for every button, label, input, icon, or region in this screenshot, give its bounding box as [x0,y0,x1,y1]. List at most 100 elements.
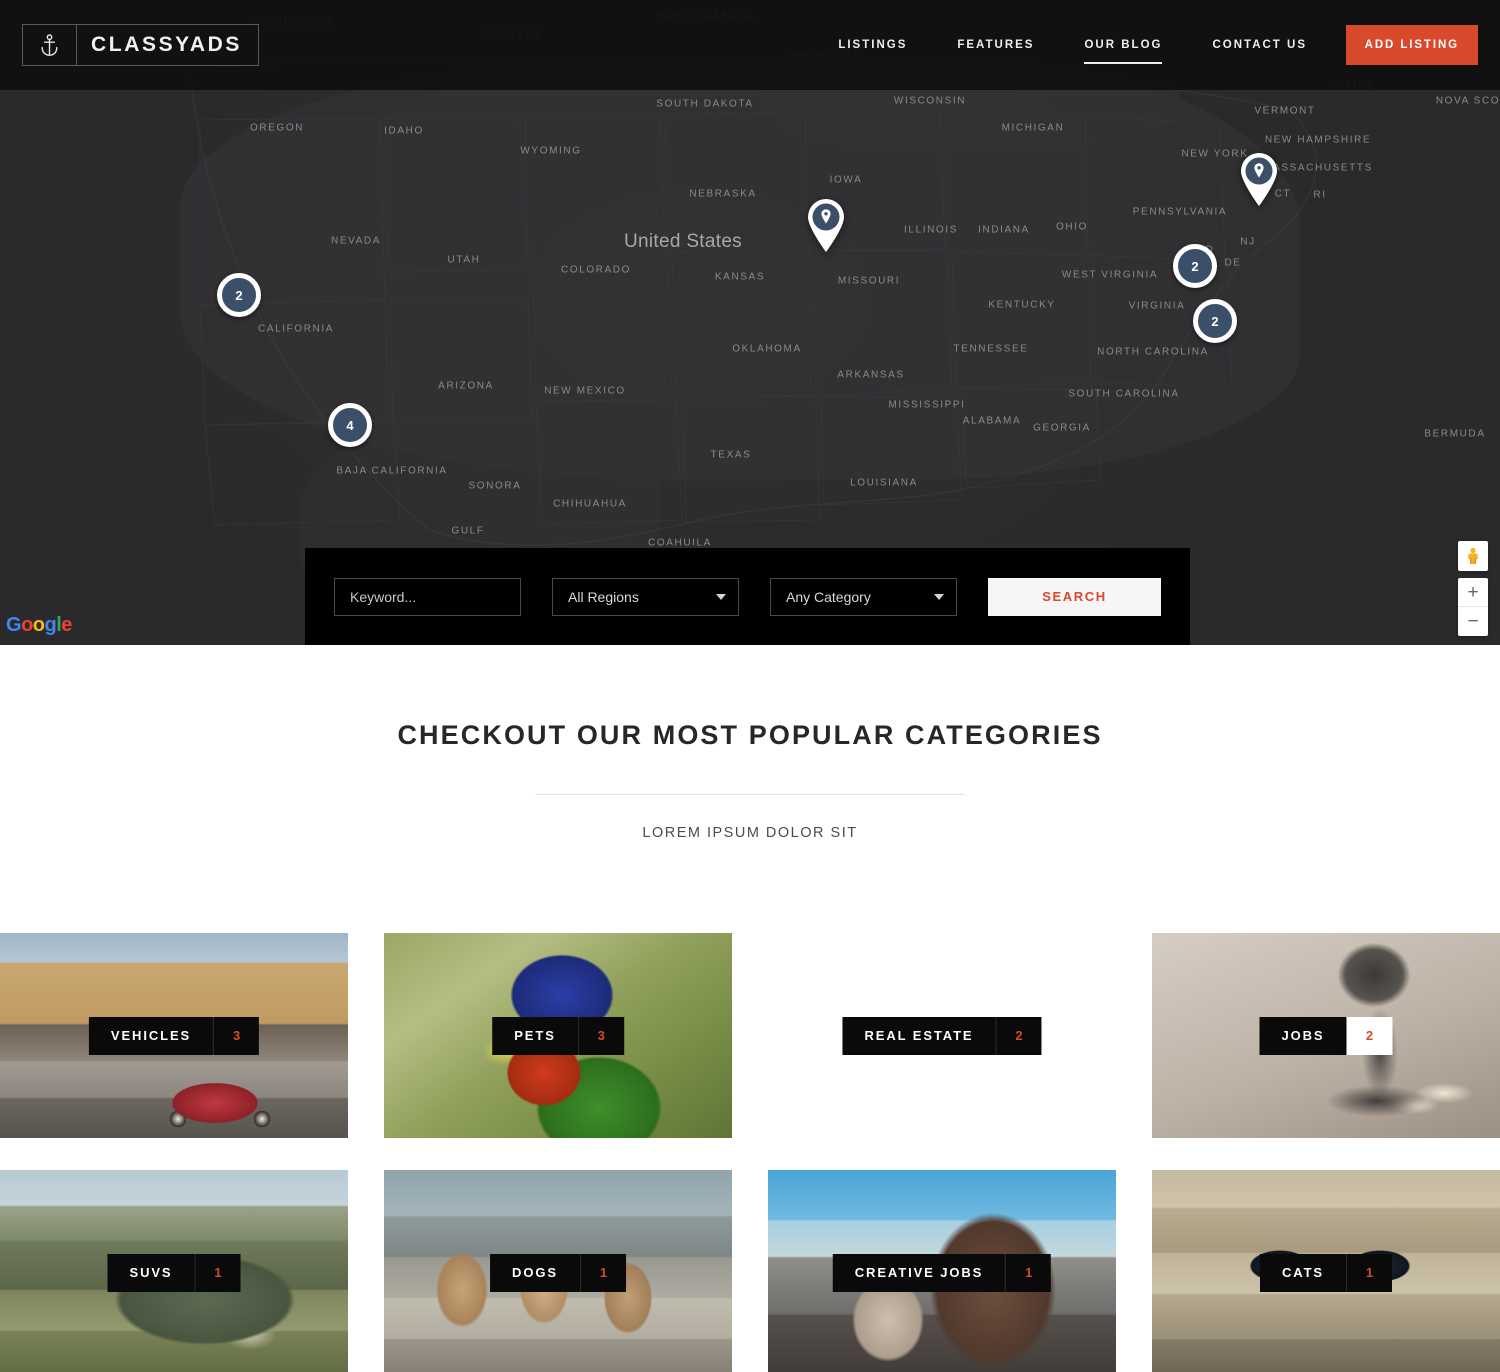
search-button[interactable]: SEARCH [988,577,1161,616]
map-state-label: GEORGIA [1033,422,1091,434]
map-state-label: NEVADA [331,235,381,247]
site-logo[interactable]: CLASSYADS [22,24,259,66]
category-tile[interactable]: SUVS 1 [0,1170,348,1372]
map-cluster-marker[interactable]: 2 [217,273,261,317]
category-tile-label: SUVS 1 [107,1253,241,1292]
map-state-label: KENTUCKY [988,299,1056,311]
category-tile-name: DOGS [490,1253,580,1292]
category-select-wrapper[interactable]: Any Category [770,577,957,616]
map-state-label: NEW HAMPSHIRE [1264,134,1372,146]
map-state-label: IDAHO [384,125,424,137]
category-select[interactable]: Any Category [770,577,957,616]
nav-item-listings[interactable]: LISTINGS [813,0,932,90]
map-zoom-controls[interactable]: + − [1458,578,1488,636]
map-state-label: COAHUILA [648,537,712,549]
map-location-pin[interactable] [803,195,849,253]
section-divider [535,794,965,795]
map-state-label: CALIFORNIA [257,323,335,335]
map-state-label: ARIZONA [438,380,494,392]
map-state-label: KANSAS [714,271,766,283]
category-tile-count: 2 [1346,1016,1393,1055]
map-state-label: VERMONT [1254,105,1316,117]
map-state-label: OHIO [1056,221,1088,233]
region-select[interactable]: All Regions [552,577,739,616]
section-header: CHECKOUT OUR MOST POPULAR CATEGORIES LOR… [0,645,1500,841]
category-tile-name: JOBS [1259,1016,1347,1055]
category-tile[interactable]: CATS 1 [1152,1170,1500,1372]
nav-item-our-blog[interactable]: OUR BLOG [1059,0,1187,90]
map-state-label: MICHIGAN [1001,122,1065,134]
category-tile[interactable]: JOBS 2 [1152,933,1500,1138]
category-tile-name: SUVS [107,1253,195,1292]
search-keyword-input[interactable] [334,577,521,616]
category-tile-name: REAL ESTATE [842,1016,996,1055]
category-tile-label: CREATIVE JOBS 1 [832,1253,1052,1292]
category-tile-count: 3 [577,1016,624,1055]
category-tile[interactable]: REAL ESTATE 2 [768,933,1116,1138]
nav-item-contact-us[interactable]: CONTACT US [1187,0,1332,90]
street-view-pegman-icon[interactable] [1458,541,1488,571]
map-state-label: COLORADO [560,264,632,276]
zoom-in-button[interactable]: + [1458,578,1488,607]
map-state-label: BAJA CALIFORNIA [336,465,448,477]
category-tile-count: 1 [194,1253,241,1292]
map-state-label: SOUTH CAROLINA [1068,388,1180,400]
map-location-pin[interactable] [1236,149,1282,207]
map-state-label: SONORA [468,480,522,492]
map-state-label: WYOMING [520,145,582,157]
map-state-label: LOUISIANA [850,477,918,489]
map-state-label: UTAH [447,254,481,266]
category-tile-count: 3 [213,1016,260,1055]
map-state-label: WISCONSIN [893,95,967,107]
category-tile-label: JOBS 2 [1259,1016,1393,1055]
popular-categories-section: CHECKOUT OUR MOST POPULAR CATEGORIES LOR… [0,645,1500,1372]
map-state-label: NJ [1240,236,1256,248]
map-state-label: NORTH CAROLINA [1097,346,1209,358]
category-tile-count: 1 [1005,1253,1052,1292]
category-tile[interactable]: DOGS 1 [384,1170,732,1372]
category-tile-count: 1 [1346,1253,1393,1292]
section-subtitle: LOREM IPSUM DOLOR SIT [642,825,858,841]
map-state-label: TEXAS [710,449,752,461]
region-select-wrapper[interactable]: All Regions [552,577,739,616]
category-tile-label: CATS 1 [1259,1253,1393,1292]
category-tile-name: VEHICLES [88,1016,214,1055]
logo-text: CLASSYADS [91,33,242,56]
map-state-label: OREGON [249,122,305,134]
map-state-label: ALABAMA [962,415,1022,427]
map-cluster-marker[interactable]: 4 [328,403,372,447]
map-state-label: SOUTH DAKOTA [656,98,754,110]
category-tile-grid: VEHICLES 3 PETS 3 REAL ESTATE 2 JOBS 2 SUVS 1 DOGS… [0,933,1500,1372]
map-state-label: ARKANSAS [837,369,905,381]
main-navigation[interactable]: LISTINGS FEATURES OUR BLOG CONTACT US [813,0,1332,90]
search-panel: All Regions Any Category SEARCH [305,548,1190,645]
map-state-label: NOVA SCO [1435,95,1500,107]
category-tile-name: CREATIVE JOBS [832,1253,1006,1292]
category-tile[interactable]: PETS 3 [384,933,732,1138]
map-state-label: PENNSYLVANIA [1132,206,1228,218]
map-state-label: INDIANA [978,224,1030,236]
category-tile-label: REAL ESTATE 2 [842,1016,1042,1055]
map-state-label: Bermuda [1424,428,1486,440]
page-title: CHECKOUT OUR MOST POPULAR CATEGORIES [397,720,1103,750]
category-tile[interactable]: VEHICLES 3 [0,933,348,1138]
map-country-label: United States [624,231,742,252]
category-tile-label: VEHICLES 3 [88,1016,260,1055]
google-logo: Google [6,614,72,636]
map-state-label: MISSISSIPPI [888,399,966,411]
add-listing-button[interactable]: ADD LISTING [1345,25,1478,65]
nav-item-features[interactable]: FEATURES [932,0,1059,90]
map-cluster-marker[interactable]: 2 [1173,244,1217,288]
map-state-label: MISSOURI [837,275,901,287]
category-tile-count: 2 [995,1016,1042,1055]
map-state-label: IOWA [829,174,863,186]
map-state-label: TENNESSEE [953,343,1029,355]
map-state-label: RI [1313,189,1327,201]
map-state-label: NEBRASKA [689,188,757,200]
zoom-out-button[interactable]: − [1458,607,1488,636]
site-header: CLASSYADS LISTINGS FEATURES OUR BLOG CONTAC… [0,0,1500,90]
category-tile-name: PETS [492,1016,578,1055]
category-tile[interactable]: CREATIVE JOBS 1 [768,1170,1116,1372]
map-state-label: NEW MEXICO [544,385,626,397]
map-cluster-marker[interactable]: 2 [1193,299,1237,343]
